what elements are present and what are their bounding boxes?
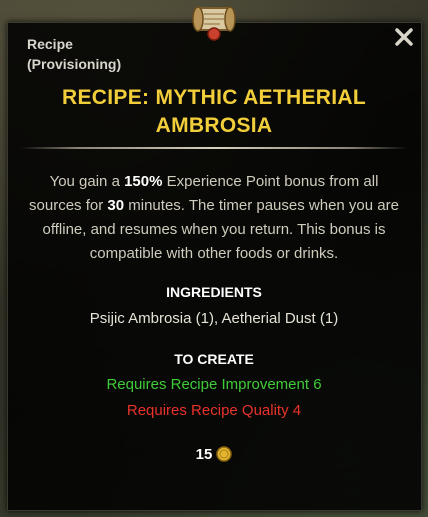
item-price: 15: [0, 446, 428, 463]
item-description: You gain a 150% Experience Point bonus f…: [28, 170, 400, 266]
item-category: Recipe (Provisioning): [27, 34, 121, 74]
bonus-duration: 30: [107, 197, 125, 214]
ingredients-heading: INGREDIENTS: [166, 284, 262, 300]
requirement-unmet: Requires Recipe Quality 4: [126, 402, 302, 419]
category-type: Recipe: [27, 36, 73, 52]
gold-coin-icon: [216, 446, 233, 462]
ingredients-list: Psijic Ambrosia (1), Aetherial Dust (1): [89, 310, 339, 327]
bonus-percent: 150%: [124, 173, 163, 190]
close-icon[interactable]: [393, 26, 415, 48]
description-text: You gain a: [49, 173, 125, 190]
title-divider: [20, 147, 408, 149]
category-subtype: (Provisioning): [27, 56, 122, 72]
requirement-met: Requires Recipe Improvement 6: [106, 376, 322, 393]
recipe-scroll-icon: [192, 6, 236, 41]
price-value: 15: [195, 446, 213, 463]
item-title: RECIPE: MYTHIC AETHERIAL AMBROSIA: [62, 86, 366, 137]
to-create-heading: TO CREATE: [174, 351, 254, 367]
